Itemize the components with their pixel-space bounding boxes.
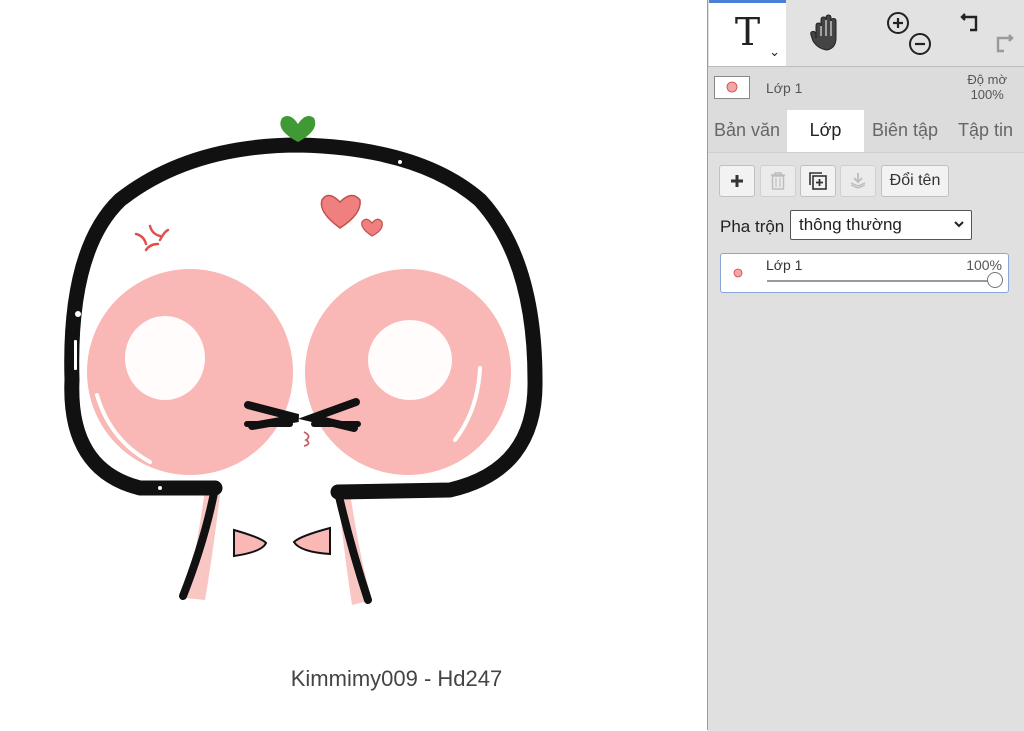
opacity-label: Độ mờ [967,72,1007,87]
tool-bar: T ⌄ [708,0,1024,67]
layer-opacity-value: 100% [966,257,1002,273]
sticker-artwork [64,116,543,605]
add-layer-button[interactable] [719,165,755,197]
drawing-canvas[interactable]: Kimmimy009 - Hd247 [0,0,707,730]
opacity-readout: Độ mờ 100% [967,72,1007,102]
tab-layer[interactable]: Lớp [787,110,864,152]
tab-edit[interactable]: Biên tập [865,110,945,152]
trash-icon [771,172,785,190]
rename-layer-button[interactable]: Đổi tên [881,165,949,197]
side-panel: T ⌄ Lớp 1 Độ mờ 100% Bản văn Lớp Biên tậ… [707,0,1024,731]
image-caption: Kimmimy009 - Hd247 [290,666,503,691]
panel-tabs: Bản văn Lớp Biên tập Tập tin [708,110,1024,152]
duplicate-layer-button[interactable] [800,165,836,197]
pan-tool-button[interactable] [788,0,866,66]
layer-thumbnail [714,76,750,99]
duplicate-icon [809,172,827,190]
layer-panel: Đổi tên Pha trộn thông thường Lớp 1 100% [708,152,1024,731]
history-tools [946,0,1024,66]
current-layer-name: Lớp 1 [766,80,803,96]
delete-layer-button[interactable] [760,165,796,197]
layer-opacity-slider[interactable] [767,272,1003,288]
slider-handle[interactable] [987,272,1003,288]
blend-mode-select[interactable]: thông thường [790,210,972,240]
opacity-value: 100% [970,87,1004,102]
merge-down-icon [850,173,866,189]
layer-thumbnail [727,262,749,284]
text-tool-icon: T [734,9,761,54]
current-layer-info: Lớp 1 Độ mờ 100% [708,66,1024,110]
merge-down-button[interactable] [840,165,876,197]
blend-mode-label: Pha trộn [720,217,785,236]
plus-icon [731,175,743,187]
tab-text[interactable]: Bản văn [708,110,786,152]
hand-icon [810,14,837,51]
layer-list-item[interactable]: Lớp 1 100% [720,253,1009,293]
chevron-down-icon [953,211,965,249]
blend-mode-value: thông thường [799,215,902,234]
redo-icon[interactable] [988,30,1016,56]
chevron-down-icon[interactable]: ⌄ [769,44,780,60]
text-tool-button[interactable]: T ⌄ [709,0,786,66]
zoom-out-icon[interactable] [907,31,933,57]
undo-icon[interactable] [958,9,986,35]
zoom-tools [868,0,944,66]
tab-file[interactable]: Tập tin [946,110,1024,152]
layer-name: Lớp 1 [766,257,803,273]
